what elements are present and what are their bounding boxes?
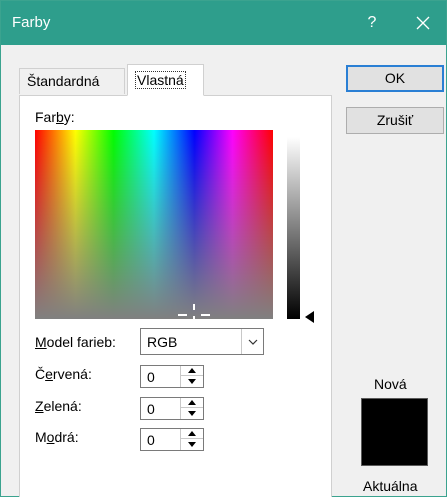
blue-stepper[interactable]: 0 [140,428,204,451]
new-color-label: Nová [374,376,407,392]
close-icon [416,16,429,30]
crosshair [193,304,195,310]
help-button[interactable]: ? [349,1,395,45]
blue-value[interactable]: 0 [147,432,155,448]
chevron-down-icon[interactable] [241,329,263,354]
green-down-button[interactable] [181,408,203,418]
color-preview-swatch [361,398,428,466]
color-spectrum[interactable] [35,130,273,319]
green-value[interactable]: 0 [147,401,155,417]
green-stepper[interactable]: 0 [140,397,204,420]
red-stepper[interactable]: 0 [140,365,204,388]
red-up-button[interactable] [181,366,203,376]
red-down-button[interactable] [181,376,203,386]
color-dialog: Farby ? Štandardná Vlastná Farby: Model … [0,0,447,497]
green-up-button[interactable] [181,398,203,408]
color-model-value: RGB [147,334,178,350]
blue-up-button[interactable] [181,429,203,439]
cancel-button[interactable]: Zrušiť [346,107,444,134]
window-title: Farby [12,14,51,31]
ok-button[interactable]: OK [346,65,444,92]
current-color-label: Aktuálna [363,478,418,494]
color-model-select[interactable]: RGB [140,328,264,355]
tab-custom-label: Vlastná [135,71,186,89]
blue-label: Modrá: [35,429,79,445]
green-label: Zelená: [35,398,82,414]
tab-standard[interactable]: Štandardná [19,68,125,94]
luminance-slider-arrow[interactable] [305,311,314,323]
title-bar: Farby ? [1,1,446,45]
red-value[interactable]: 0 [147,369,155,385]
close-button[interactable] [399,1,446,45]
tab-custom[interactable]: Vlastná [127,64,204,96]
luminance-bar[interactable] [287,137,300,319]
red-label: Červená: [35,366,92,382]
color-model-label: Model farieb: [35,334,116,350]
blue-down-button[interactable] [181,439,203,449]
colors-label: Farby: [35,109,75,125]
